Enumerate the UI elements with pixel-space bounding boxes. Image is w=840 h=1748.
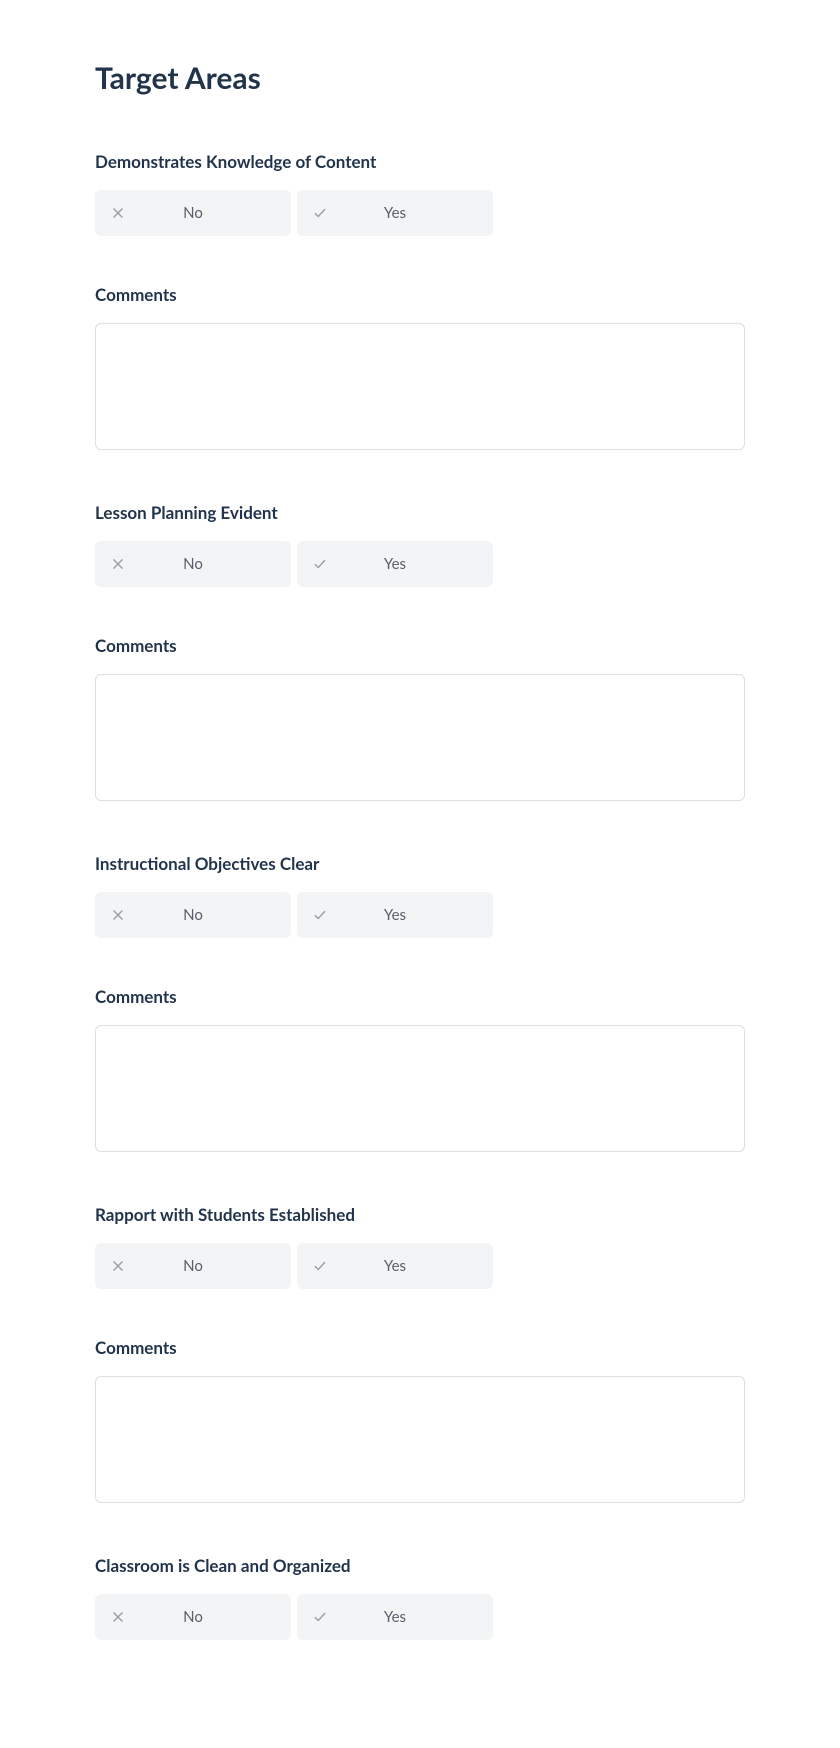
check-icon <box>313 557 327 571</box>
comments-heading: Comments <box>95 284 745 305</box>
option-no-button[interactable]: No <box>95 1594 291 1640</box>
question-heading: Lesson Planning Evident <box>95 502 745 523</box>
option-yes-button[interactable]: Yes <box>297 1243 493 1289</box>
question-heading: Demonstrates Knowledge of Content <box>95 151 745 172</box>
option-yes-button[interactable]: Yes <box>297 541 493 587</box>
page-title: Target Areas <box>95 60 745 96</box>
question-heading: Instructional Objectives Clear <box>95 853 745 874</box>
question-heading: Rapport with Students Established <box>95 1204 745 1225</box>
question-heading: Classroom is Clean and Organized <box>95 1555 745 1576</box>
option-no-button[interactable]: No <box>95 1243 291 1289</box>
option-yes-button[interactable]: Yes <box>297 190 493 236</box>
x-icon <box>111 908 125 922</box>
comments-input[interactable] <box>95 323 745 450</box>
comments-input[interactable] <box>95 1376 745 1503</box>
x-icon <box>111 206 125 220</box>
check-icon <box>313 206 327 220</box>
option-no-button[interactable]: No <box>95 190 291 236</box>
comments-heading: Comments <box>95 1337 745 1358</box>
option-no-button[interactable]: No <box>95 541 291 587</box>
comments-heading: Comments <box>95 986 745 1007</box>
check-icon <box>313 1610 327 1624</box>
option-yes-button[interactable]: Yes <box>297 1594 493 1640</box>
x-icon <box>111 557 125 571</box>
x-icon <box>111 1259 125 1273</box>
option-no-button[interactable]: No <box>95 892 291 938</box>
comments-input[interactable] <box>95 674 745 801</box>
check-icon <box>313 908 327 922</box>
x-icon <box>111 1610 125 1624</box>
comments-input[interactable] <box>95 1025 745 1152</box>
comments-heading: Comments <box>95 635 745 656</box>
check-icon <box>313 1259 327 1273</box>
option-yes-button[interactable]: Yes <box>297 892 493 938</box>
